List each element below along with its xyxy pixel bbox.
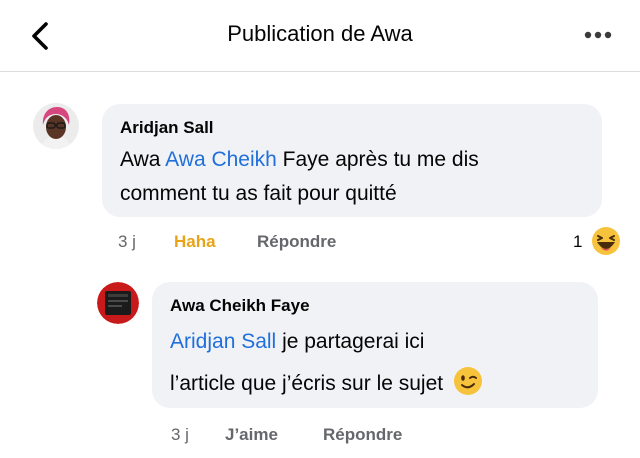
comment-text-rest: je partagerai ici	[276, 330, 425, 353]
mention-link[interactable]: Awa Cheikh	[165, 148, 277, 171]
comment-text-line2: comment tu as fait pour quitté	[120, 182, 397, 205]
comment-bubble: Aridjan Sall Awa Awa Cheikh Faye après t…	[102, 104, 602, 217]
reaction-button[interactable]: Haha	[174, 231, 216, 253]
more-options-icon[interactable]	[580, 22, 620, 48]
top-bar: Publication de Awa	[0, 0, 640, 72]
comment-author[interactable]: Awa Cheikh Faye	[170, 295, 310, 317]
avatar[interactable]	[33, 103, 79, 149]
avatar[interactable]	[97, 282, 139, 324]
comment-text: Aridjan Sall je partagerai ici l’article…	[170, 321, 590, 405]
comment-author[interactable]: Aridjan Sall	[120, 117, 214, 139]
haha-emoji-icon[interactable]	[591, 226, 621, 256]
mention-link[interactable]: Aridjan Sall	[170, 330, 276, 353]
reply-button[interactable]: Répondre	[323, 424, 402, 446]
winking-face-icon	[453, 366, 483, 396]
comment-text: Awa Awa Cheikh Faye après tu me dis comm…	[120, 143, 600, 211]
comment-text-line2: l’article que j’écris sur le sujet	[170, 372, 444, 395]
comment-timestamp: 3 j	[118, 232, 136, 251]
reply-button[interactable]: Répondre	[257, 231, 336, 253]
comment-text-prefix: Awa	[120, 148, 166, 171]
page-title: Publication de Awa	[227, 21, 413, 46]
comment-text-rest: Faye après tu me dis	[276, 148, 479, 171]
like-button[interactable]: J’aime	[225, 424, 278, 446]
reply-bubble: Awa Cheikh Faye Aridjan Sall je partager…	[152, 282, 598, 408]
comment-timestamp: 3 j	[171, 425, 189, 444]
reaction-count[interactable]: 1	[573, 231, 582, 253]
